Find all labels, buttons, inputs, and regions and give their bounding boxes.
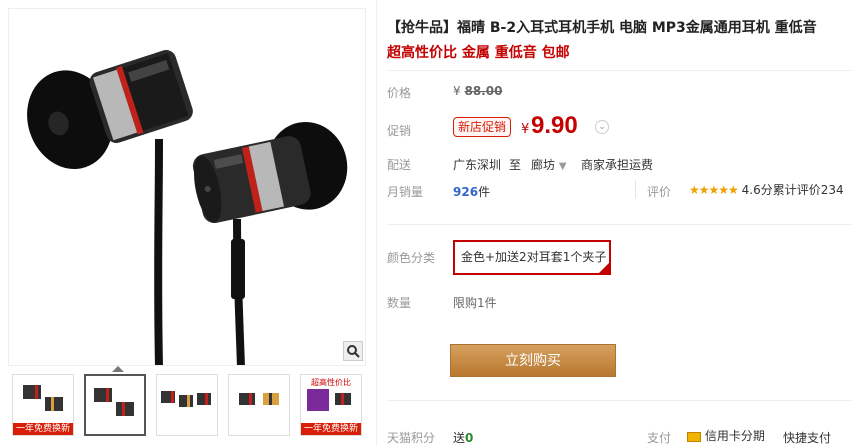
promo-label: 促销 [387, 124, 412, 138]
thumbnail-2[interactable] [84, 374, 146, 436]
color-option-selected[interactable]: 金色+加送2对耳套1个夹子 [453, 240, 611, 275]
points-prefix: 送 [453, 431, 466, 445]
chevron-down-icon[interactable]: ⌄ [595, 120, 609, 134]
magnifier-icon[interactable] [343, 341, 363, 361]
divider [387, 70, 852, 71]
product-main-image[interactable] [8, 8, 366, 366]
promo-price: 9.90 [531, 112, 578, 139]
earphones-thumb [23, 385, 63, 411]
sales-count-unit: 件 [478, 185, 491, 199]
review-label: 评价 [647, 185, 672, 199]
ship-destination-select[interactable]: 廊坊 ▼ [531, 156, 567, 173]
thumbnail-4[interactable] [228, 374, 290, 436]
earphones-thumb [94, 388, 134, 416]
promo-badge: 新店促销 [453, 117, 512, 137]
sales-count-number: 926 [453, 185, 479, 199]
rating-score: 4.6分 [741, 183, 773, 197]
earphones-thumb [161, 391, 211, 407]
credit-card-option[interactable]: 信用卡分期 [687, 427, 765, 444]
credit-card-icon [687, 431, 701, 442]
product-info-panel: 【抢牛品】福晴 B-2入耳式耳机手机 电脑 MP3金属通用耳机 重低音 超高性价… [376, 0, 852, 446]
shipping-label: 配送 [387, 158, 412, 172]
thumbnail-tag-top: 超高性价比 [311, 378, 351, 387]
promo-currency: ¥ [521, 122, 530, 137]
original-price-value: 88.00 [464, 84, 503, 98]
review-count: 累计评价234 [772, 183, 844, 197]
sales-label: 月销量 [387, 185, 424, 199]
sales-count: 926件 [453, 183, 490, 200]
thumbnail-tag: 一年免费换新 [301, 423, 361, 435]
color-label: 颜色分类 [387, 251, 436, 265]
divider [387, 224, 852, 225]
thumbnail-5[interactable]: 超高性价比 一年免费换新 [300, 374, 362, 436]
credit-card-text: 信用卡分期 [704, 429, 765, 443]
thumbnail-3[interactable] [156, 374, 218, 436]
review-summary[interactable]: ★★★★★ 4.6分累计评价234 [689, 181, 844, 198]
selected-check-icon [599, 243, 610, 274]
thumbnail-pointer [112, 366, 124, 372]
ship-from: 广东深圳 [453, 158, 502, 172]
earphones-thumb [239, 393, 279, 405]
divider [387, 400, 852, 401]
product-subtitle: 超高性价比 金属 重低音 包邮 [387, 45, 570, 61]
sales-divider [635, 180, 636, 198]
earphones-image [27, 50, 348, 365]
thumbnail-tag: 一年免费换新 [13, 423, 73, 435]
thumbnail-1[interactable]: 一年免费换新 [12, 374, 74, 436]
product-title: 【抢牛品】福晴 B-2入耳式耳机手机 电脑 MP3金属通用耳机 重低音 [387, 20, 817, 36]
currency-symbol: ¥ [453, 84, 461, 98]
thumbnail-strip: 一年免费换新 超高性价比 一年免费换新 [12, 374, 362, 438]
points-number: 0 [465, 431, 474, 445]
quantity-limit: 限购1件 [453, 296, 497, 310]
price-label: 价格 [387, 86, 412, 100]
quantity-label: 数量 [387, 296, 412, 310]
buy-now-button[interactable]: 立刻购买 [450, 344, 616, 377]
points-value: 送0 [453, 429, 473, 446]
caret-down-icon: ▼ [558, 161, 567, 172]
shipping-fee: 商家承担运费 [581, 158, 654, 172]
ship-destination: 廊坊 [531, 158, 556, 172]
rating-stars: ★★★★★ [689, 183, 739, 197]
ship-to-word: 至 [509, 158, 522, 172]
quick-pay[interactable]: 快捷支付 [783, 429, 831, 446]
color-option-text: 金色+加送2对耳套1个夹子 [461, 250, 607, 264]
payment-label: 支付 [647, 431, 672, 445]
original-price: ¥ 88.00 [453, 84, 502, 98]
points-label: 天猫积分 [387, 431, 436, 445]
